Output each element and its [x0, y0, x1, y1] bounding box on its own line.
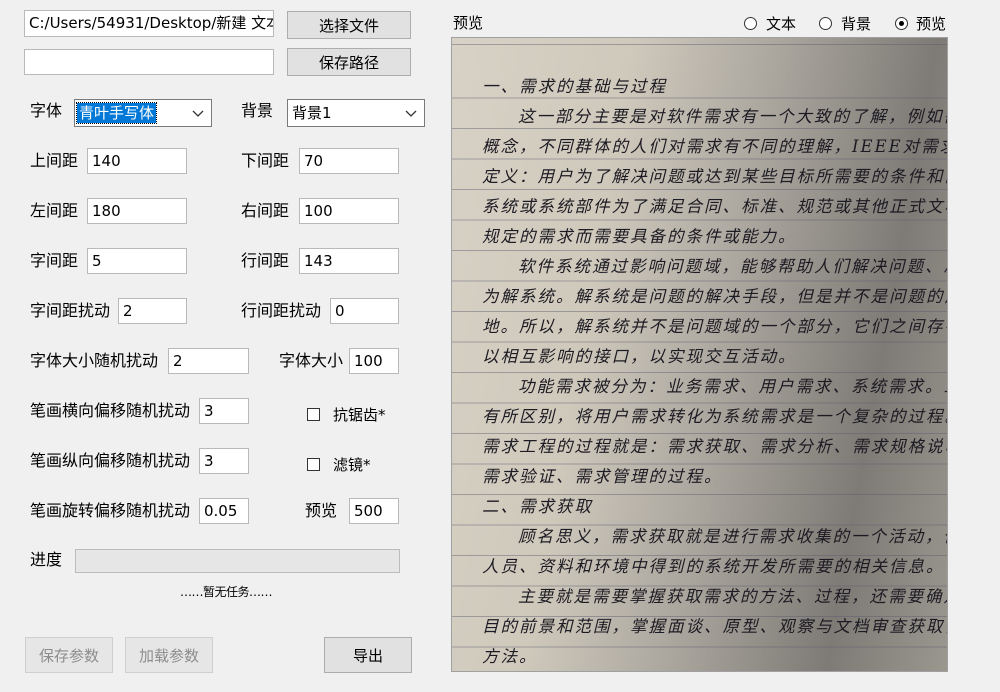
left-margin-label: 左间距	[30, 201, 79, 220]
handwriting-line: 主要就是需要掌握获取需求的方法、过程，还需要确定项	[518, 587, 947, 606]
background-label: 背景	[241, 101, 274, 120]
save-path-button[interactable]: 保存路径	[287, 48, 411, 76]
filter-checkbox[interactable]	[307, 458, 320, 471]
filter-label: 滤镜*	[333, 456, 371, 474]
progress-label: 进度	[30, 550, 63, 569]
bottom-margin-label: 下间距	[241, 151, 290, 170]
handwriting-line: 软件系统通过影响问题域，能够帮助人们解决问题、减	[518, 257, 947, 276]
font-size-jitter-input[interactable]: 2	[168, 348, 249, 374]
chevron-down-icon	[405, 110, 417, 117]
handwriting-line: 这一部分主要是对软件需求有一个大致的了解，例如需求的	[518, 107, 947, 126]
stroke-v-jitter-label: 笔画纵向偏移随机扰动	[30, 451, 191, 470]
font-size-input[interactable]: 100	[349, 348, 399, 374]
file-path-field[interactable]: C:/Users/54931/Desktop/新建 文本	[24, 10, 274, 37]
line-spacing-jitter-label: 行间距扰动	[241, 301, 322, 320]
save-path-field[interactable]	[24, 49, 274, 75]
chevron-down-icon	[192, 110, 204, 117]
progress-bar	[75, 549, 400, 573]
bottom-margin-input[interactable]: 70	[299, 148, 399, 174]
char-spacing-label: 字间距	[30, 251, 79, 270]
font-size-label: 字体大小	[279, 351, 344, 370]
handwriting-line: 功能需求被分为：业务需求、用户需求、系统需求。三者之间	[518, 377, 947, 396]
mode-radio-background[interactable]	[819, 17, 832, 30]
left-margin-input[interactable]: 180	[87, 198, 187, 224]
load-params-button[interactable]: 加载参数	[125, 637, 213, 673]
font-label: 字体	[30, 101, 63, 120]
line-spacing-input[interactable]: 143	[299, 248, 399, 274]
mode-radio-preview[interactable]	[895, 17, 908, 30]
stroke-h-jitter-input[interactable]: 3	[199, 398, 249, 424]
right-margin-input[interactable]: 100	[299, 198, 399, 224]
preview-image: 一、需求的基础与过程这一部分主要是对软件需求有一个大致的了解，例如需求的概念，不…	[451, 37, 948, 672]
export-button[interactable]: 导出	[324, 637, 412, 673]
mode-radio-text-label: 文本	[766, 15, 797, 33]
char-spacing-input[interactable]: 5	[87, 248, 187, 274]
handwriting-line: 需求验证、需求管理的过程。	[482, 467, 723, 486]
antialias-label: 抗锯齿*	[333, 406, 386, 424]
handwriting-line: 为解系统。解系统是问题的解决手段，但是并不是问题的产生	[482, 287, 947, 306]
stroke-h-jitter-label: 笔画横向偏移随机扰动	[30, 401, 191, 420]
line-spacing-label: 行间距	[241, 251, 290, 270]
handwriting-line: 方法。	[482, 647, 538, 666]
save-params-button[interactable]: 保存参数	[25, 637, 113, 673]
progress-status: ……暂无任务……	[180, 585, 273, 599]
handwriting-line: 需求工程的过程就是：需求获取、需求分析、需求规格说明、	[482, 437, 947, 456]
preview-size-label: 预览	[305, 501, 338, 520]
preview-title: 预览	[453, 14, 484, 32]
stroke-v-jitter-input[interactable]: 3	[199, 448, 249, 474]
char-spacing-jitter-label: 字间距扰动	[30, 301, 111, 320]
handwriting-line: 目的前景和范围，掌握面谈、原型、观察与文档审查获取需求的	[482, 617, 947, 636]
char-spacing-jitter-input[interactable]: 2	[118, 298, 187, 324]
stroke-rot-jitter-input[interactable]: 0.05	[199, 498, 249, 524]
handwriting-line: 二、需求获取	[482, 497, 593, 516]
stroke-rot-jitter-label: 笔画旋转偏移随机扰动	[30, 501, 191, 520]
handwriting-line: 一、需求的基础与过程	[482, 77, 667, 96]
handwriting-line: 概念，不同群体的人们对需求有不同的理解，IEEE对需求的	[482, 137, 947, 156]
handwriting-text: 一、需求的基础与过程这一部分主要是对软件需求有一个大致的了解，例如需求的概念，不…	[452, 72, 947, 671]
font-select[interactable]: 青叶手写体	[74, 99, 212, 127]
line-spacing-jitter-input[interactable]: 0	[330, 298, 399, 324]
mode-radio-preview-label: 预览	[916, 15, 947, 33]
handwriting-line: 定义：用户为了解决问题或达到某些目标所需要的条件和能力；	[482, 167, 947, 186]
font-size-jitter-label: 字体大小随机扰动	[30, 351, 159, 370]
handwriting-line: 顾名思义，需求获取就是进行需求收集的一个活动，他从	[518, 527, 947, 546]
right-margin-label: 右间距	[241, 201, 290, 220]
choose-file-button[interactable]: 选择文件	[287, 11, 411, 39]
background-select-value: 背景1	[292, 104, 332, 122]
handwriting-line: 以相互影响的接口，以实现交互活动。	[482, 347, 797, 366]
mode-radio-text[interactable]	[744, 17, 757, 30]
font-select-value: 青叶手写体	[75, 102, 158, 124]
top-margin-label: 上间距	[30, 151, 79, 170]
handwriting-line: 地。所以，解系统并不是问题域的一个部分，它们之间存在了	[482, 317, 947, 336]
preview-size-input[interactable]: 500	[349, 498, 399, 524]
handwriting-line: 人员、资料和环境中得到的系统开发所需要的相关信息。	[482, 557, 945, 576]
handwriting-line: 规定的需求而需要具备的条件或能力。	[482, 227, 797, 246]
background-select[interactable]: 背景1	[287, 99, 425, 127]
mode-radio-background-label: 背景	[841, 15, 872, 33]
handwriting-line: 系统或系统部件为了满足合同、标准、规范或其他正式文档所	[482, 197, 947, 216]
top-margin-input[interactable]: 140	[87, 148, 187, 174]
handwriting-line: 有所区别，将用户需求转化为系统需求是一个复杂的过程。	[482, 407, 947, 426]
antialias-checkbox[interactable]	[307, 408, 320, 421]
